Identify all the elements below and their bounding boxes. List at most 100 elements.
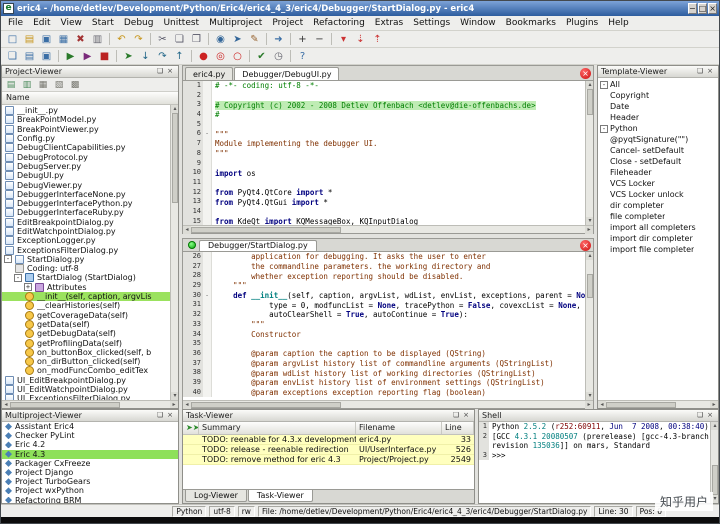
project-translations-button[interactable]: ▧	[52, 79, 66, 91]
project-tree-item[interactable]: DebugClientCapabilities.py	[2, 143, 170, 152]
scroll-right-icon[interactable]: ▸	[585, 401, 593, 409]
minimize-button[interactable]: −	[688, 3, 697, 14]
whats-this-help-button[interactable]: ?	[294, 49, 311, 64]
debug-script-button[interactable]: ▶	[79, 49, 96, 64]
name-column-header[interactable]: Name	[2, 92, 178, 105]
menu-extras[interactable]: Extras	[370, 17, 408, 29]
run-script-button[interactable]: ▶	[62, 49, 79, 64]
code-line[interactable]: 31 type = 0, modfuncList = None, tracePy…	[183, 300, 585, 310]
scroll-thumb[interactable]	[587, 274, 593, 298]
menu-plugins[interactable]: Plugins	[561, 17, 603, 29]
menu-settings[interactable]: Settings	[408, 17, 455, 29]
tab-task-viewer[interactable]: Task-Viewer	[248, 490, 313, 502]
menu-multiproject[interactable]: Multiproject	[204, 17, 267, 29]
code-line[interactable]: 1# -*- coding: utf-8 -*-	[183, 81, 585, 91]
template-tree-item[interactable]: Fileheader	[598, 167, 718, 178]
code-line[interactable]: 32 autoClearShell = True, autoContinue =…	[183, 310, 585, 320]
project-tree-item[interactable]: -StartDialog.py	[2, 255, 170, 264]
copy-button[interactable]: ❏	[171, 32, 188, 47]
expander-icon[interactable]: -	[600, 81, 608, 89]
scroll-right-icon[interactable]: ▸	[585, 226, 593, 234]
close-button[interactable]: ✖	[72, 32, 89, 47]
step-over-button[interactable]: ↷	[154, 49, 171, 64]
template-tree-item[interactable]: import file completer	[598, 244, 718, 255]
tab-log-viewer[interactable]: Log-Viewer	[185, 490, 247, 502]
editor-tab[interactable]: eric4.py	[185, 67, 233, 80]
float-panel-icon[interactable]: ❏	[695, 67, 705, 77]
task-viewer-header[interactable]: Task-Viewer ❏ ×	[183, 410, 474, 422]
menu-window[interactable]: Window	[455, 17, 501, 29]
shell-line[interactable]: 1Python 2.5.2 (r252:60911, Jun 7 2008, 0…	[479, 422, 710, 432]
float-panel-icon[interactable]: ❏	[155, 411, 165, 421]
project-tree-item[interactable]: DebuggerInterfaceRuby.py	[2, 208, 170, 217]
template-tree-item[interactable]: -All	[598, 79, 718, 90]
project-tree-item[interactable]: EditBreakpointDialog.py	[2, 218, 170, 227]
menu-unittest[interactable]: Unittest	[158, 17, 204, 29]
scroll-track[interactable]	[676, 401, 710, 408]
project-tree-item[interactable]: on_modFuncCombo_editTex	[2, 366, 170, 375]
scroll-thumb[interactable]	[587, 89, 593, 115]
close-panel-icon[interactable]: ×	[705, 67, 715, 77]
template-tree-item[interactable]: @pyqtSignature("")	[598, 134, 718, 145]
tab-startdialog[interactable]: Debugger/StartDialog.py	[199, 240, 317, 251]
new-button[interactable]: □	[4, 32, 21, 47]
project-forms-button[interactable]: ▥	[20, 79, 34, 91]
float-panel-icon[interactable]: ❏	[155, 67, 165, 77]
menu-project[interactable]: Project	[267, 17, 308, 29]
project-tree-item[interactable]: BreakPointModel.py	[2, 115, 170, 124]
code-line[interactable]: 34 Constructor	[183, 330, 585, 340]
project-viewer-header[interactable]: Project-Viewer ❏ ×	[2, 66, 178, 78]
scroll-track[interactable]	[711, 430, 718, 465]
project-tree-item[interactable]: __clearHistories(self)	[2, 301, 170, 310]
template-tree-item[interactable]: import dir completer	[598, 233, 718, 244]
stop-script-button[interactable]: ■	[96, 49, 113, 64]
scroll-track[interactable]	[586, 115, 593, 217]
close-button[interactable]: ×	[708, 3, 717, 14]
project-tree-vertical-scrollbar[interactable]: ▴ ▾	[170, 105, 178, 400]
scroll-up-icon[interactable]: ▴	[711, 422, 718, 430]
template-tree-item[interactable]: Date	[598, 101, 718, 112]
project-tree-item[interactable]: +Attributes	[2, 283, 170, 292]
next-breakpoint-button[interactable]: ◎	[212, 49, 229, 64]
template-tree-item[interactable]: -Python	[598, 123, 718, 134]
code-line[interactable]: 26 application for debugging. It asks th…	[183, 252, 585, 262]
scroll-down-icon[interactable]: ▾	[586, 392, 593, 400]
project-tree-item[interactable]: UI_EditBreakpointDialog.py	[2, 376, 170, 385]
menu-bookmarks[interactable]: Bookmarks	[501, 17, 561, 29]
shell-line[interactable]: revision 135036]] on mars, Standard	[479, 441, 710, 451]
maximize-button[interactable]: □	[698, 3, 708, 14]
template-tree-item[interactable]: import all completers	[598, 222, 718, 233]
open-button[interactable]: ▤	[21, 32, 38, 47]
scroll-right-icon[interactable]: ▸	[710, 401, 718, 409]
code-line[interactable]: 37 @param argvList history list of comma…	[183, 359, 585, 369]
multiproject-item[interactable]: Eric 4.3	[2, 450, 178, 459]
bookmark-previous-button[interactable]: ⇡	[369, 32, 386, 47]
template-tree-item[interactable]: Cancel- setDefault	[598, 145, 718, 156]
project-tree-item[interactable]: __init__.py	[2, 106, 170, 115]
scroll-track[interactable]	[171, 203, 178, 392]
template-tree-item[interactable]: Header	[598, 112, 718, 123]
print-button[interactable]: ▥	[89, 32, 106, 47]
bookmark-toggle-button[interactable]: ▾	[335, 32, 352, 47]
expander-icon[interactable]: -	[4, 255, 12, 263]
code-line[interactable]: 38 @param wdList history list of working…	[183, 368, 585, 378]
scroll-thumb[interactable]	[172, 113, 178, 203]
expander-icon[interactable]: -	[14, 274, 22, 282]
scroll-track[interactable]	[586, 298, 593, 392]
shell-line[interactable]: 3>>>	[479, 451, 710, 461]
multiproject-item[interactable]: Checker PyLint	[2, 431, 178, 440]
code-line[interactable]: 12from PyQt4.QtCore import *	[183, 188, 585, 198]
shell-line[interactable]: 2[GCC 4.3.1 20080507 (prerelease) [gcc-4…	[479, 432, 710, 442]
project-tree-item[interactable]: Coding: utf-8	[2, 264, 170, 273]
menu-debug[interactable]: Debug	[119, 17, 159, 29]
project-tree-item[interactable]: Config.py	[2, 134, 170, 143]
scroll-thumb[interactable]	[606, 402, 676, 408]
scroll-left-icon[interactable]: ◂	[183, 226, 191, 234]
code-line[interactable]: 29 """	[183, 281, 585, 291]
editor-1-horizontal-scrollbar[interactable]: ◂ ▸	[183, 225, 593, 233]
project-tree-item[interactable]: on_buttonBox_clicked(self, b	[2, 348, 170, 357]
titlebar[interactable]: e eric4 - /home/detlev/Development/Pytho…	[1, 1, 719, 16]
scroll-left-icon[interactable]: ◂	[598, 401, 606, 409]
close-panel-icon[interactable]: ×	[165, 67, 175, 77]
code-line[interactable]: 15from KdeQt import KQMessageBox, KQInpu…	[183, 217, 585, 225]
